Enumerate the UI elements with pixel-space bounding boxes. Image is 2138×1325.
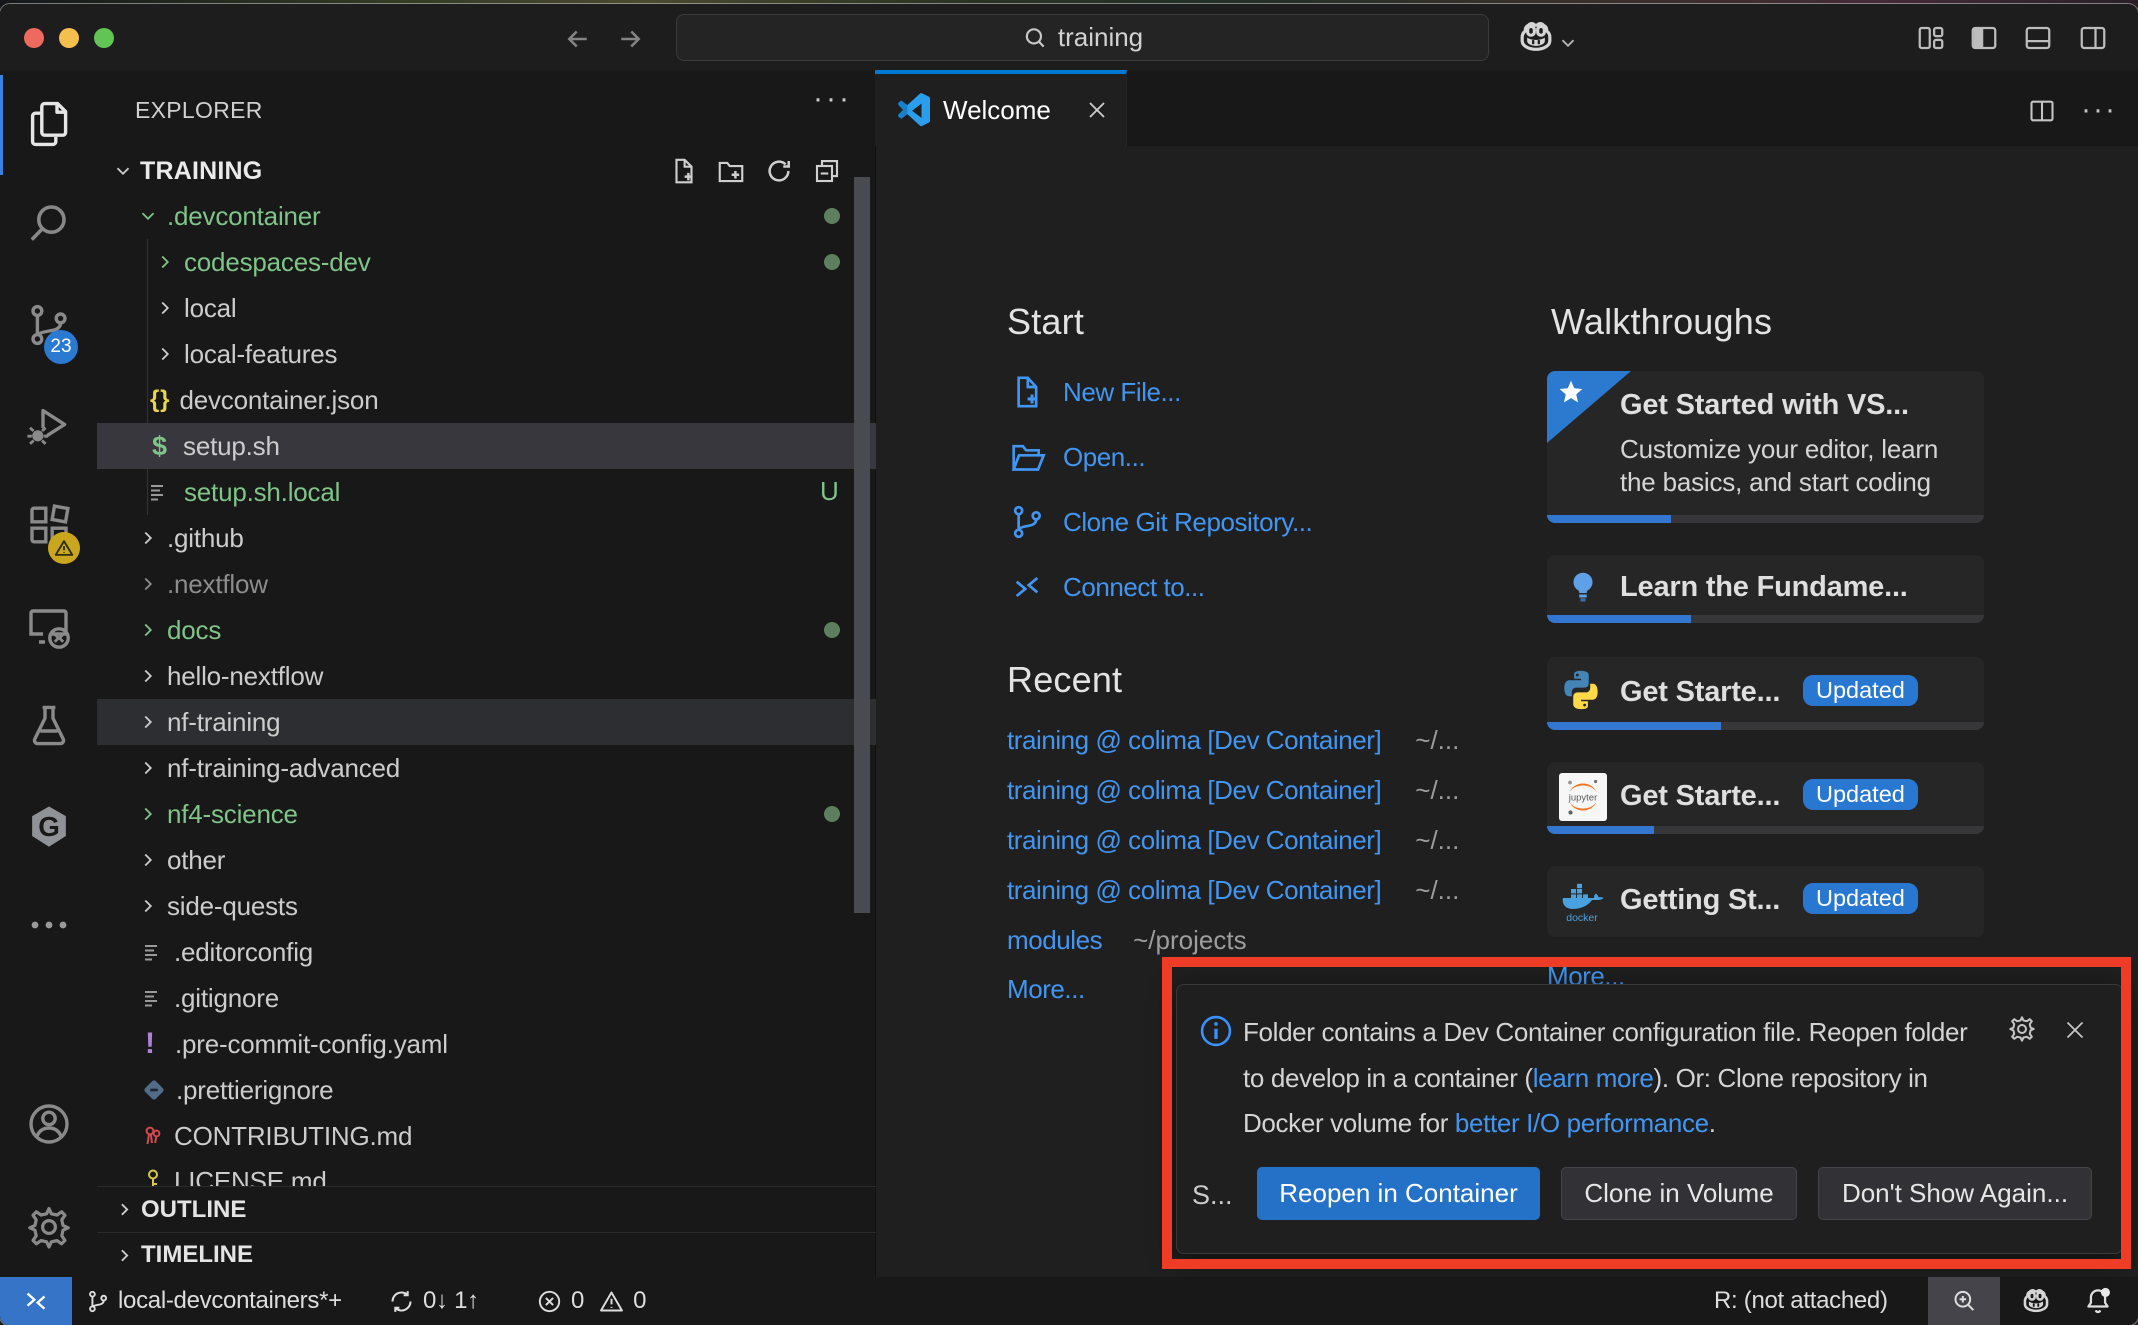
svg-text:jupyter: jupyter <box>1568 793 1598 804</box>
svg-text:docker: docker <box>1566 912 1598 924</box>
svg-text:G: G <box>38 811 60 842</box>
